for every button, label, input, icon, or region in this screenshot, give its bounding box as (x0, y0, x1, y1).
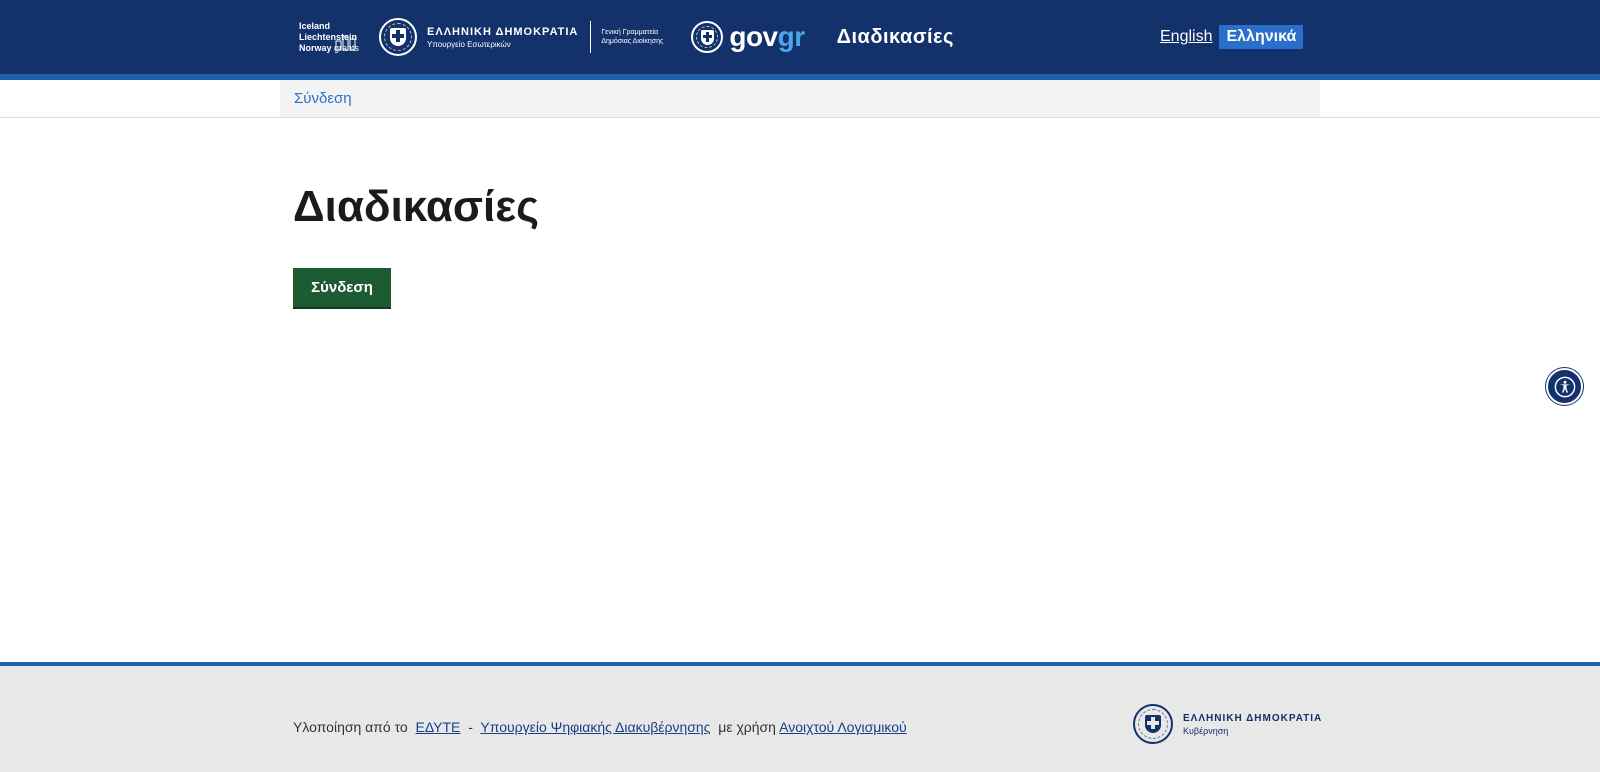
ministry-title: ΕΛΛΗΝΙΚΗ ΔΗΜΟΚΡΑΤΙΑ (427, 25, 579, 38)
footer-seal-icon (1133, 704, 1173, 744)
footer-middle: με χρήση (718, 719, 776, 735)
footer-logo-subtitle: Κυβέρνηση (1183, 725, 1229, 736)
govgr-logo[interactable]: govgr (691, 21, 806, 53)
login-button[interactable]: Σύνδεση (293, 268, 391, 307)
header-logos: Iceland Liechtenstein Norway grants ΕΛΛΗ… (299, 0, 954, 74)
breadcrumb-bar: Σύνδεση (0, 80, 1600, 118)
footer-link-edyte[interactable]: ΕΔΥΤΕ (416, 719, 461, 735)
eea-grants-logo-icon (335, 35, 356, 50)
eea-line-norway: Norway (299, 42, 332, 53)
language-greek-link[interactable]: Ελληνικά (1219, 25, 1304, 49)
secretariat-label: Γενική Γραμματεία Δημόσιας Διοίκησης (601, 29, 664, 45)
footer-link-open-source[interactable]: Ανοιχτού Λογισμικού (779, 719, 907, 735)
accessibility-button[interactable] (1546, 368, 1583, 405)
footer-link-ministry[interactable]: Υπουργείο Ψηφιακής Διακυβέρνησης (480, 719, 710, 735)
eea-line-iceland: Iceland (299, 20, 331, 31)
breadcrumb: Σύνδεση (280, 80, 1320, 117)
language-english-link[interactable]: English (1160, 28, 1212, 46)
site-footer: Υλοποίηση από το ΕΔΥΤΕ - Υπουργείο Ψηφια… (0, 662, 1600, 772)
govgr-seal-icon (691, 21, 724, 53)
eea-grants-logo[interactable]: Iceland Liechtenstein Norway grants (299, 21, 359, 54)
header-title[interactable]: Διαδικασίες (837, 26, 954, 49)
footer-logo-title: ΕΛΛΗΝΙΚΗ ΔΗΜΟΚΡΑΤΙΑ (1183, 712, 1323, 724)
govgr-word-gr: gr (777, 21, 806, 52)
govgr-word-gov: gov (729, 21, 778, 52)
site-header: Iceland Liechtenstein Norway grants ΕΛΛΗ… (0, 0, 1600, 80)
language-switcher: English Ελληνικά (1160, 25, 1304, 49)
ministry-subtitle: Υπουργείο Εσωτερικών (427, 39, 511, 49)
ministry-logo[interactable]: ΕΛΛΗΝΙΚΗ ΔΗΜΟΚΡΑΤΙΑ Υπουργείο Εσωτερικών… (379, 18, 663, 56)
footer-prefix: Υλοποίηση από το (293, 719, 408, 735)
accessibility-icon (1554, 376, 1575, 397)
breadcrumb-login-link[interactable]: Σύνδεση (294, 90, 352, 107)
footer-credits: Υλοποίηση από το ΕΔΥΤΕ - Υπουργείο Ψηφια… (293, 719, 907, 735)
greek-coat-of-arms-icon (379, 18, 418, 56)
footer-government-logo[interactable]: ΕΛΛΗΝΙΚΗ ΔΗΜΟΚΡΑΤΙΑ Κυβέρνηση (1133, 704, 1322, 744)
header-divider (590, 21, 592, 53)
footer-separator: - (468, 719, 473, 735)
page-title: Διαδικασίες (293, 182, 540, 231)
